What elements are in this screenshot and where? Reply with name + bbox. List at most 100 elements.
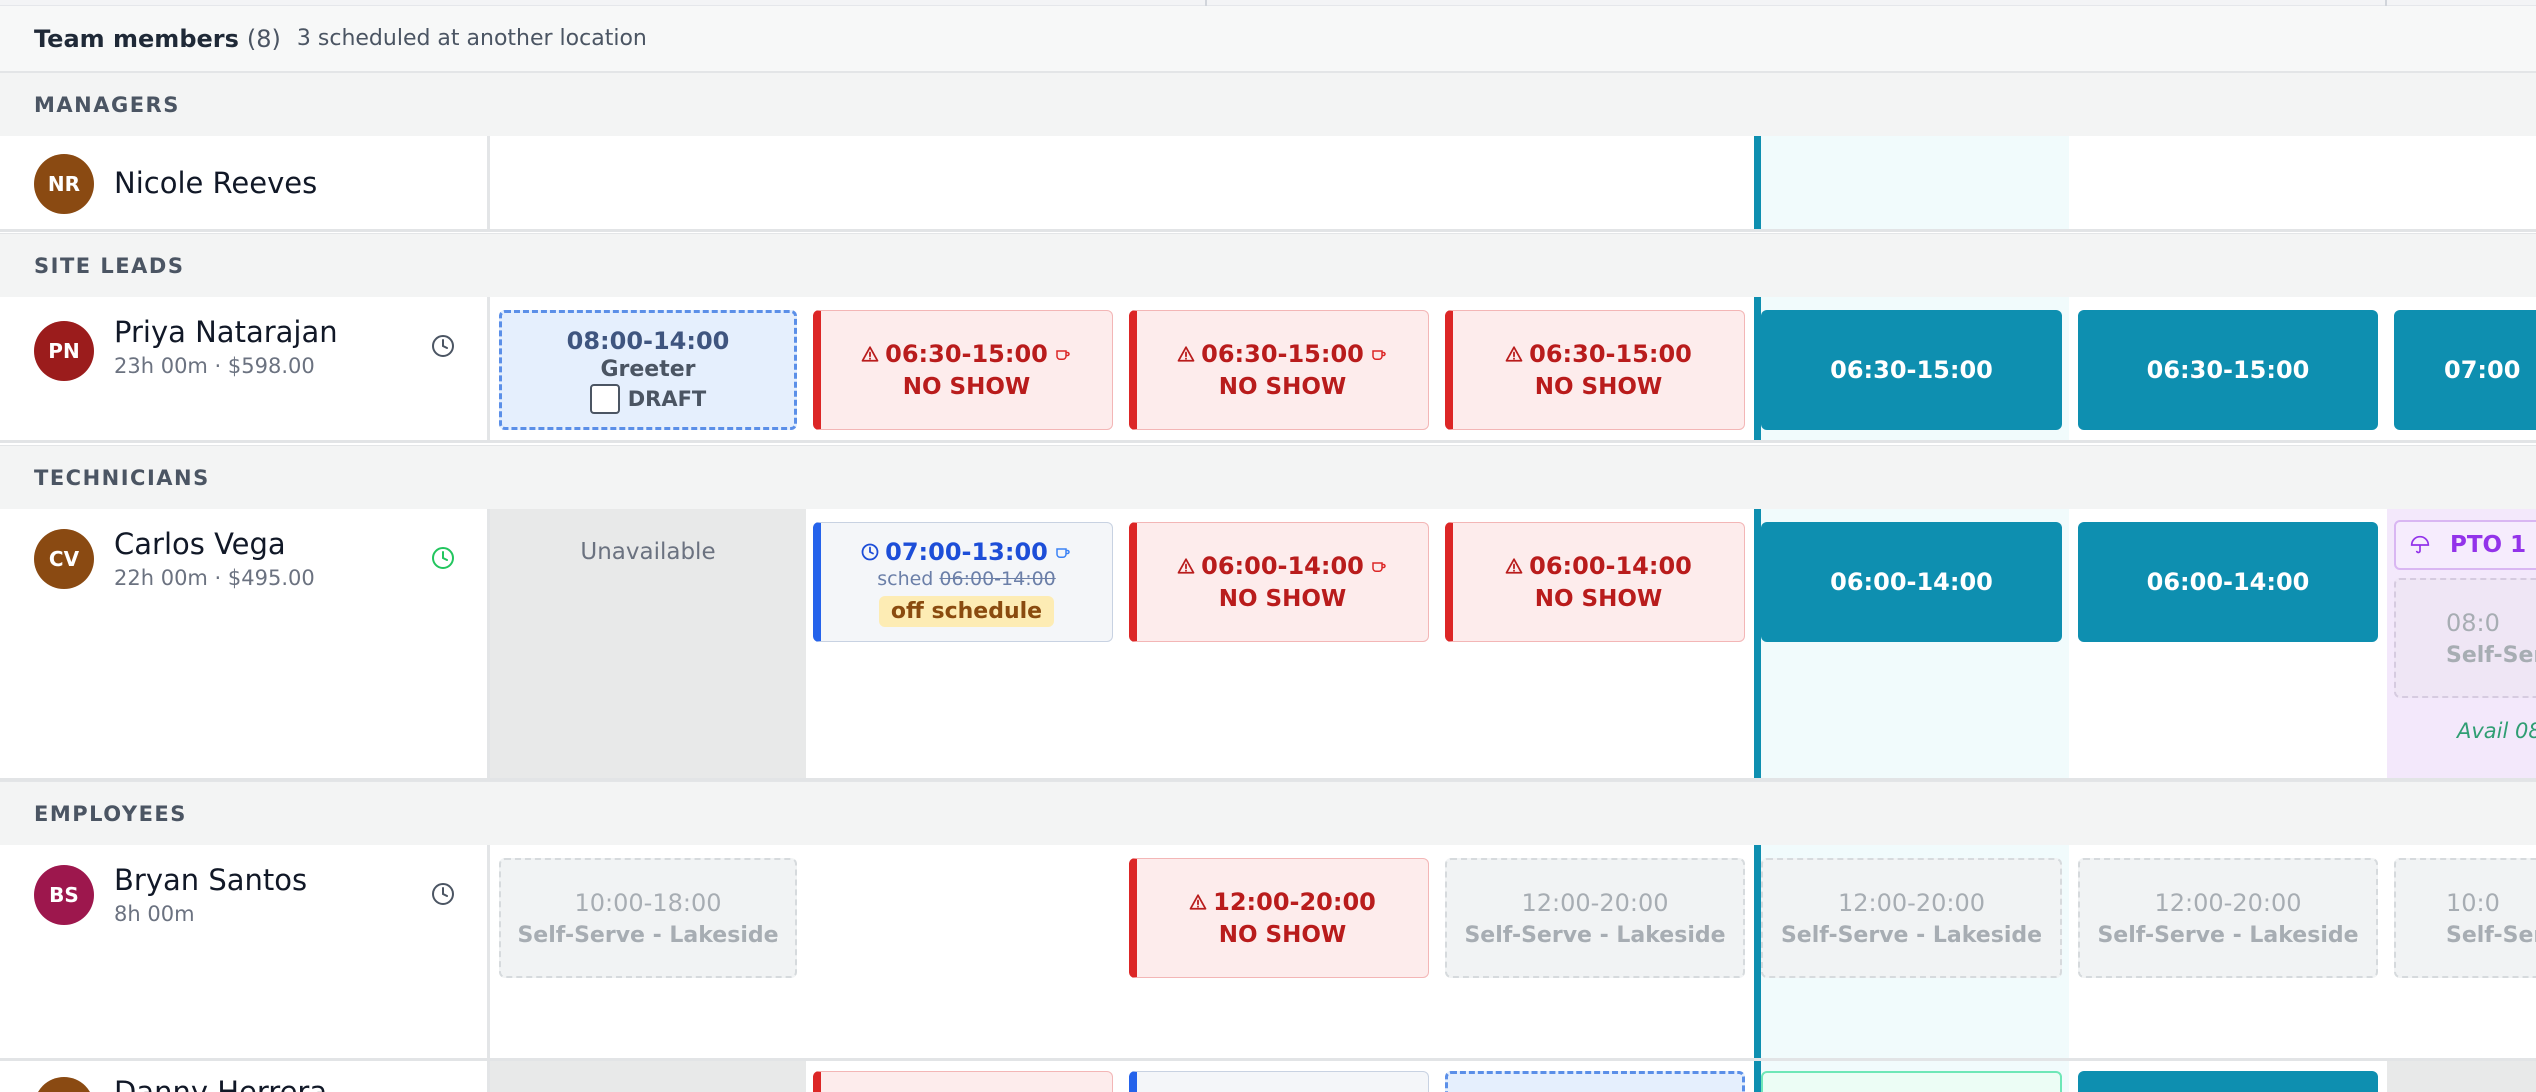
coffee-icon <box>1056 547 1070 558</box>
team-members-subtitle: 3 scheduled at another location <box>296 26 647 51</box>
group-header-site-leads: SITE LEADS <box>0 233 2536 297</box>
off-schedule-shift[interactable] <box>1129 1071 1429 1092</box>
member-name: Priya Natarajan <box>114 315 338 349</box>
shift-time: 06:00-14:00 <box>1830 568 1993 596</box>
member-name-cell[interactable]: DH Danny Herrera <box>0 1061 490 1092</box>
shift-time: 06:30-15:00 <box>1529 340 1692 368</box>
member-row-bryan-santos: BS Bryan Santos 8h 00m 10:00-18:00 Self-… <box>0 845 2536 1061</box>
shift-status: NO SHOW <box>902 374 1031 400</box>
avatar: PN <box>34 321 94 381</box>
other-location-shift[interactable]: 12:00-20:00 Self-Serve - Lakeside <box>1761 858 2062 978</box>
shift-time: 06:30-15:00 <box>1830 356 1993 384</box>
warning-icon <box>1189 894 1207 910</box>
published-shift[interactable] <box>2078 1071 2378 1092</box>
availability-note: Avail 08 <box>2457 719 2536 743</box>
warning-icon <box>1505 558 1523 574</box>
avatar: NR <box>34 154 94 214</box>
avatar: CV <box>34 529 94 589</box>
member-name-cell[interactable]: NR Nicole Reeves <box>0 136 490 229</box>
coffee-icon <box>1372 350 1386 360</box>
no-show-shift[interactable]: 06:30-15:00 NO SHOW <box>813 310 1113 430</box>
shift-status: NO SHOW <box>1218 374 1347 400</box>
no-show-shift[interactable] <box>813 1071 1113 1092</box>
team-members-count: (8) <box>246 24 281 53</box>
clock-icon[interactable] <box>431 882 455 906</box>
shift-time: 07:00 <box>2444 356 2521 384</box>
no-show-shift[interactable]: 06:30-15:00 NO SHOW <box>1129 310 1429 430</box>
team-members-title: Team members <box>34 24 239 53</box>
published-shift[interactable]: 07:00 <box>2394 310 2536 430</box>
coffee-icon <box>1372 562 1386 572</box>
no-show-shift[interactable]: 06:00-14:00 NO SHOW <box>1445 522 1745 642</box>
clock-icon[interactable] <box>431 334 455 358</box>
group-header-employees: EMPLOYEES <box>0 781 2536 845</box>
member-row-priya-natarajan: PN Priya Natarajan 23h 00m · $598.00 08:… <box>0 297 2536 443</box>
overlapped-shift[interactable]: 08:0 Self-Serv <box>2394 578 2536 698</box>
member-row-danny-herrera: DH Danny Herrera <box>0 1061 2536 1092</box>
no-show-shift[interactable]: 12:00-20:00 NO SHOW <box>1129 858 1429 978</box>
draft-shift[interactable] <box>1445 1071 1745 1092</box>
published-shift[interactable]: 06:30-15:00 <box>1761 310 2062 430</box>
today-marker <box>1754 297 1761 440</box>
member-name-cell[interactable]: PN Priya Natarajan 23h 00m · $598.00 <box>0 297 490 440</box>
draft-label: DRAFT <box>627 386 707 411</box>
today-marker <box>1754 136 1761 229</box>
shift-time: 06:30-15:00 <box>885 340 1048 368</box>
today-marker <box>1754 845 1761 1058</box>
unavailable-label: Unavailable <box>580 539 716 565</box>
shift-time: 06:00-14:00 <box>2146 568 2310 596</box>
shift-time: 10:00-18:00 <box>574 888 722 917</box>
shift-time: 12:00-20:00 <box>1838 888 1985 917</box>
clocked-in-shift[interactable] <box>1761 1071 2062 1092</box>
off-schedule-shift[interactable]: 07:00-13:00 sched 06:00-14:00 off schedu… <box>813 522 1113 642</box>
no-show-shift[interactable]: 06:30-15:00 NO SHOW <box>1445 310 1745 430</box>
published-shift[interactable]: 06:00-14:00 <box>2078 522 2378 642</box>
other-location-shift[interactable]: 10:00-18:00 Self-Serve - Lakeside <box>499 858 797 978</box>
other-location-shift[interactable]: 12:00-20:00 Self-Serve - Lakeside <box>2078 858 2378 978</box>
member-hours: 8h 00m <box>114 902 195 926</box>
pto-chip[interactable]: PTO 1 <box>2394 520 2536 570</box>
member-name-cell[interactable]: CV Carlos Vega 22h 00m · $495.00 <box>0 509 490 778</box>
published-shift[interactable]: 06:00-14:00 <box>1761 522 2062 642</box>
shift-location: Self-Serve - Lakeside <box>517 922 779 948</box>
unavailable-block <box>490 1061 806 1092</box>
member-name-cell[interactable]: BS Bryan Santos 8h 00m <box>0 845 490 1058</box>
member-name: Nicole Reeves <box>114 166 318 200</box>
shift-status: NO SHOW <box>1218 922 1347 948</box>
published-shift[interactable]: 06:30-15:00 <box>2078 310 2378 430</box>
avatar: BS <box>34 865 94 925</box>
draft-shift[interactable]: 08:00-14:00 Greeter DRAFT <box>499 310 797 430</box>
shift-location: Self-Serv <box>2446 922 2536 948</box>
shift-status: NO SHOW <box>1534 586 1663 612</box>
shift-time: 08:0 <box>2446 608 2500 637</box>
scheduled-time: 06:00-14:00 <box>939 567 1056 590</box>
other-location-shift[interactable]: 10:0 Self-Serv <box>2394 858 2536 978</box>
shift-status: NO SHOW <box>1534 374 1663 400</box>
member-name: Bryan Santos <box>114 863 308 897</box>
shift-time: 06:00-14:00 <box>1201 552 1364 580</box>
group-label: SITE LEADS <box>34 253 185 278</box>
shift-location: Self-Serve - Lakeside <box>1780 922 2043 948</box>
clock-icon[interactable] <box>431 546 455 570</box>
shift-time: 06:30-15:00 <box>1201 340 1364 368</box>
draft-checkbox[interactable] <box>589 383 620 414</box>
today-column-bg <box>1755 136 2069 229</box>
today-marker <box>1754 509 1761 778</box>
today-marker <box>1754 1061 1761 1092</box>
member-row-carlos-vega: CV Carlos Vega 22h 00m · $495.00 Unavail… <box>0 509 2536 781</box>
shift-location: Self-Serv <box>2446 642 2536 668</box>
other-location-shift[interactable]: 12:00-20:00 Self-Serve - Lakeside <box>1445 858 1745 978</box>
avatar: DH <box>34 1077 94 1092</box>
shift-time: 06:30-15:00 <box>2146 356 2310 384</box>
scheduled-label: sched <box>877 567 934 590</box>
group-label: TECHNICIANS <box>34 465 210 490</box>
shift-location: Self-Serve - Lakeside <box>2097 922 2359 948</box>
unavailable-block <box>2387 1061 2536 1092</box>
group-label: EMPLOYEES <box>34 801 187 826</box>
member-row-nicole-reeves: NR Nicole Reeves <box>0 136 2536 232</box>
member-name: Danny Herrera <box>114 1075 328 1092</box>
schedule-view: Team members (8) 3 scheduled at another … <box>0 0 2536 1092</box>
group-header-managers: MANAGERS <box>0 72 2536 136</box>
shift-time: 06:00-14:00 <box>1529 552 1692 580</box>
no-show-shift[interactable]: 06:00-14:00 NO SHOW <box>1129 522 1429 642</box>
